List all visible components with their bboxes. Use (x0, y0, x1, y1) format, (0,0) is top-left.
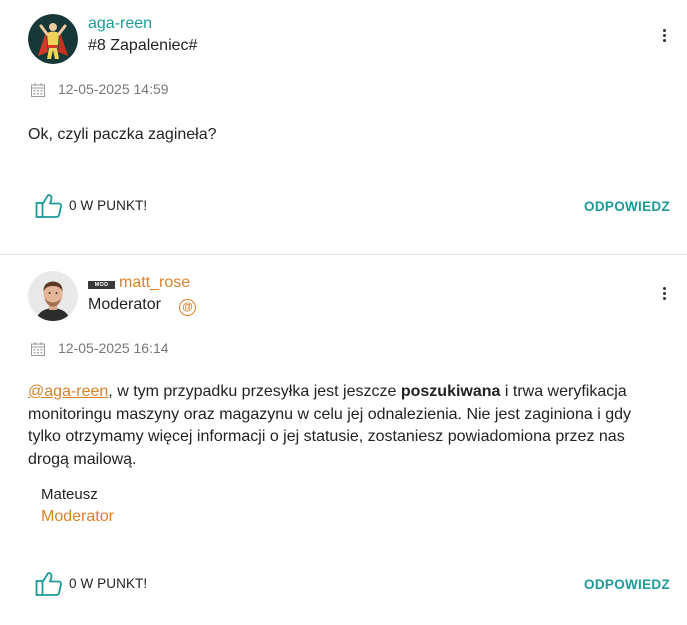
post-body: @aga-reen, w tym przypadku przesyłka jes… (28, 381, 678, 471)
username-link[interactable]: matt_rose (119, 274, 190, 292)
mention-link[interactable]: @aga-reen (28, 383, 108, 400)
thumbs-up-icon[interactable] (35, 571, 63, 597)
user-photo-avatar (28, 271, 78, 321)
post-aga-reen: aga-reen #8 Zapaleniec# 12-05-2025 14:59… (0, 0, 687, 254)
user-rank: #8 Zapaleniec# (88, 37, 198, 54)
body-text-part: , w tym przypadku przesyłka jest jeszcze (108, 383, 401, 400)
kudos-count[interactable]: 0 W PUNKT! (69, 198, 147, 213)
post-matt-rose: MOD matt_rose Moderator @ 12-05-2025 16:… (0, 255, 687, 625)
superhero-avatar-icon (28, 14, 78, 64)
username-link[interactable]: aga-reen (88, 15, 152, 33)
reply-button[interactable]: ODPOWIEDZ (584, 199, 670, 214)
body-text-part: i trwa weryfikacja (500, 383, 627, 400)
kebab-menu-icon[interactable] (657, 27, 671, 47)
post-date: 12-05-2025 16:14 (58, 340, 169, 356)
at-sign-icon: @ (179, 299, 196, 316)
avatar[interactable] (28, 14, 78, 64)
signature-role: Moderator (41, 508, 114, 525)
signature-name: Mateusz (41, 486, 98, 503)
kebab-menu-icon[interactable] (657, 285, 671, 305)
kudos-count[interactable]: 0 W PUNKT! (69, 576, 147, 591)
thumbs-up-icon[interactable] (35, 193, 63, 219)
body-bold-text: poszukiwana (400, 383, 501, 400)
post-body: Ok, czyli paczka zagineła? (28, 126, 217, 143)
avatar[interactable] (28, 271, 78, 321)
body-line-3: tylko otrzymamy więcej informacji o jej … (28, 428, 625, 445)
calendar-icon (31, 342, 45, 356)
body-line-1: @aga-reen, w tym przypadku przesyłka jes… (28, 381, 678, 404)
mod-badge: MOD (88, 281, 115, 289)
body-line-2: monitoringu maszyny oraz magazynu w celu… (28, 405, 631, 423)
calendar-icon (31, 83, 45, 97)
user-rank: Moderator (88, 296, 161, 313)
body-line-4: drogą mailową. (28, 450, 137, 468)
reply-button[interactable]: ODPOWIEDZ (584, 577, 670, 592)
post-date: 12-05-2025 14:59 (58, 81, 169, 97)
